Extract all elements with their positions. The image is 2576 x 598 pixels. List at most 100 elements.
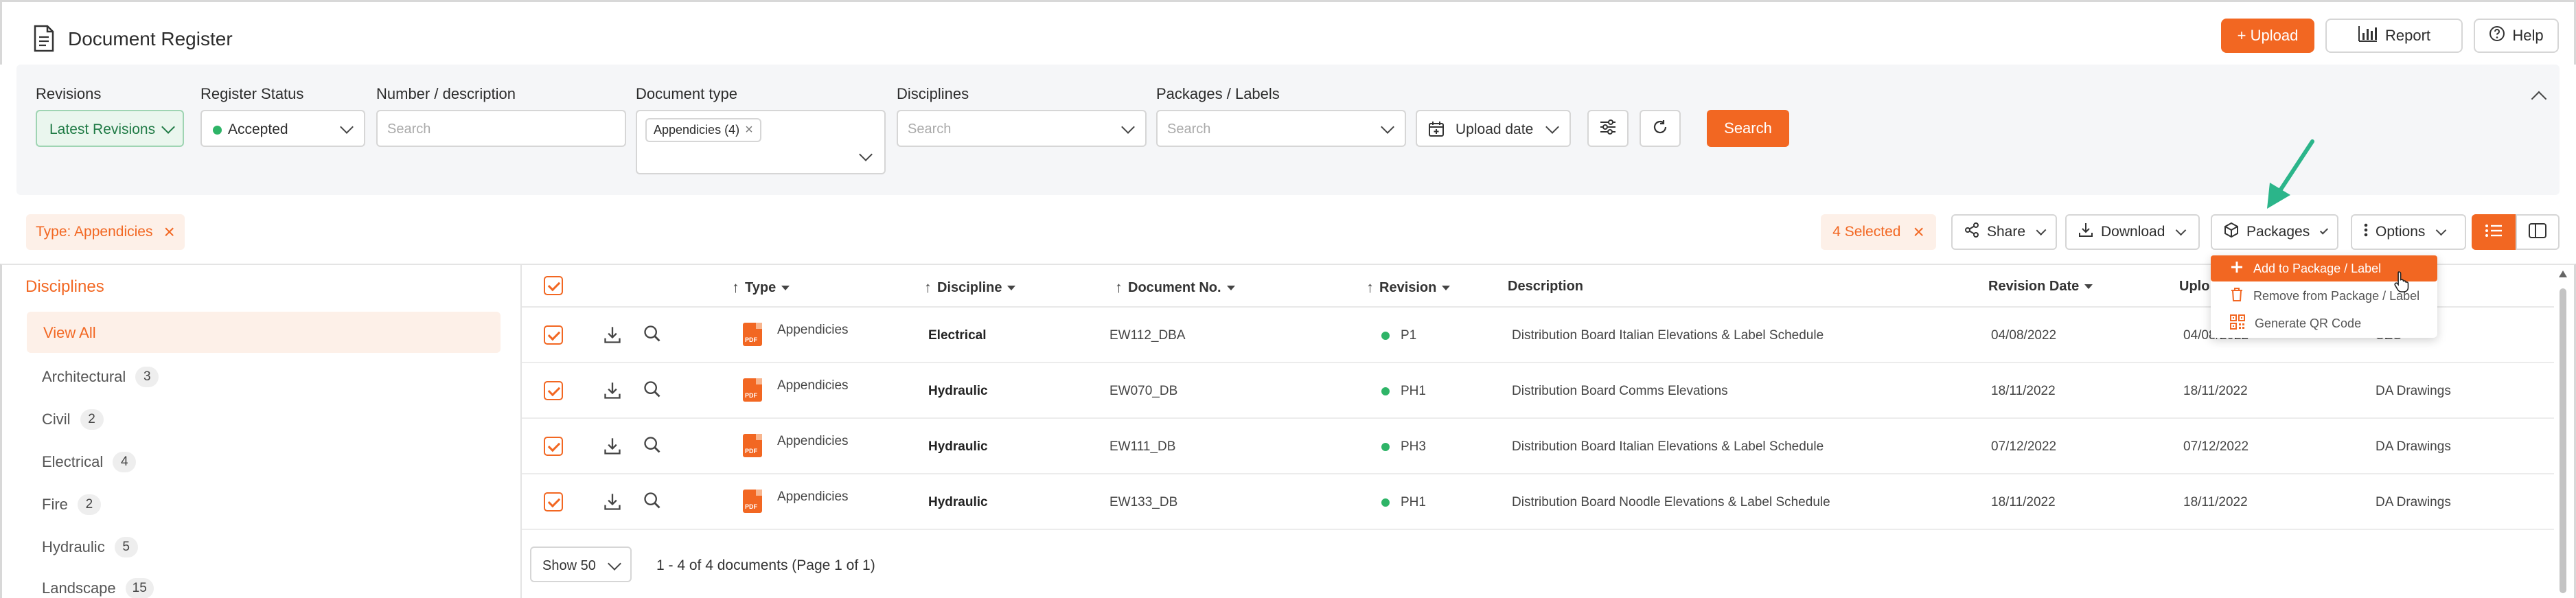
disciplines-placeholder: Search	[908, 122, 952, 137]
reset-filters-button[interactable]	[1640, 110, 1681, 147]
cell-type: Appendicies	[777, 378, 849, 393]
search-icon[interactable]	[643, 491, 662, 514]
cell-revision-date: 07/12/2022	[1991, 439, 2057, 454]
column-discipline[interactable]: ↑ Discipline	[924, 279, 1016, 297]
column-description[interactable]: Description	[1508, 279, 1583, 295]
help-button[interactable]: Help	[2474, 19, 2559, 53]
cell-upload-date: 07/12/2022	[2183, 439, 2249, 454]
sidebar-item-label: Civil	[42, 411, 71, 428]
download-icon	[2078, 222, 2094, 242]
upload-button[interactable]: + Upload	[2221, 19, 2314, 53]
report-label: Report	[2384, 27, 2431, 44]
menu-item-generate-qr-code[interactable]: Generate QR Code	[2211, 310, 2437, 336]
chevron-down-icon	[1381, 120, 1394, 134]
sidebar-item-label: View All	[43, 324, 96, 341]
download-icon[interactable]	[603, 381, 622, 404]
row-checkbox[interactable]	[544, 492, 563, 511]
cell-description: Distribution Board Italian Elevations & …	[1512, 328, 1824, 343]
search-icon[interactable]	[643, 380, 662, 402]
chevron-down-icon	[1121, 120, 1135, 134]
upload-date-select[interactable]: Upload date	[1416, 110, 1571, 147]
cell-discipline: Electrical	[928, 328, 987, 343]
row-checkbox[interactable]	[544, 381, 563, 400]
packages-button[interactable]: Packages	[2211, 214, 2338, 250]
disciplines-select[interactable]: Search	[897, 110, 1147, 147]
scrollbar-thumb[interactable]	[2560, 288, 2566, 593]
chevron-down-icon	[340, 120, 354, 134]
report-button[interactable]: Report	[2325, 19, 2463, 53]
select-all-checkbox[interactable]	[544, 276, 563, 295]
column-upload-date[interactable]: Uplo	[2179, 279, 2209, 295]
qr-code-icon	[2230, 314, 2245, 333]
cell-package: DA Drawings	[2376, 439, 2451, 454]
close-icon[interactable]: ×	[1913, 222, 1924, 242]
sidebar-item-hydraulic[interactable]: Hydraulic 5	[42, 537, 138, 557]
count-badge: 5	[114, 537, 138, 557]
app-header: Document Register + Upload Report Help	[0, 0, 2576, 65]
download-icon[interactable]	[603, 437, 622, 459]
revision-status-dot	[1381, 332, 1390, 340]
list-view-button[interactable]	[2472, 214, 2516, 250]
number-description-input[interactable]: Search	[376, 110, 626, 147]
scroll-up-icon[interactable]	[2559, 271, 2567, 277]
number-description-label: Number / description	[376, 85, 516, 102]
download-icon[interactable]	[603, 492, 622, 515]
row-checkbox[interactable]	[544, 325, 563, 345]
count-badge: 2	[80, 409, 104, 430]
split-view-button[interactable]	[2516, 214, 2560, 250]
table-row[interactable]: PDF Appendicies Hydraulic EW133_DB PH1 D…	[522, 474, 2554, 530]
revision-status-dot	[1381, 387, 1390, 395]
advanced-filters-button[interactable]	[1587, 110, 1629, 147]
filter-panel: Revisions Latest Revisions Register Stat…	[16, 65, 2560, 195]
column-document-no[interactable]: ↑ Document No.	[1115, 279, 1235, 297]
sliders-icon	[1599, 119, 1617, 139]
search-icon[interactable]	[643, 324, 662, 347]
upload-label: + Upload	[2237, 27, 2299, 44]
sidebar-item-fire[interactable]: Fire 2	[42, 494, 101, 515]
cell-document-no: EW070_DB	[1109, 384, 1178, 398]
menu-item-label: Generate QR Code	[2255, 316, 2362, 330]
chevron-down-icon	[161, 120, 175, 134]
table-row[interactable]: PDF Appendicies Hydraulic EW111_DB PH3 D…	[522, 419, 2554, 474]
options-button[interactable]: Options	[2351, 214, 2466, 250]
cell-type: Appendicies	[777, 434, 849, 448]
sidebar-item-civil[interactable]: Civil 2	[42, 409, 104, 430]
column-revision-date[interactable]: Revision Date	[1988, 279, 2093, 295]
selected-count-label: 4 Selected	[1832, 224, 1901, 240]
search-button[interactable]: Search	[1707, 110, 1789, 147]
count-badge: 3	[135, 367, 159, 387]
sidebar-item-view-all[interactable]: View All	[27, 312, 501, 353]
close-icon[interactable]: ×	[163, 222, 174, 242]
page-title: Document Register	[68, 28, 233, 49]
collapse-filters-icon[interactable]	[2531, 91, 2547, 107]
chevron-down-icon	[859, 148, 873, 161]
package-box-icon	[2223, 222, 2240, 242]
sort-arrow-icon: ↑	[1115, 279, 1123, 296]
revisions-select[interactable]: Latest Revisions	[36, 110, 184, 147]
download-button[interactable]: Download	[2065, 214, 2200, 250]
page-size-select[interactable]: Show 50	[530, 547, 632, 582]
sidebar-item-electrical[interactable]: Electrical 4	[42, 452, 137, 472]
packages-labels-select[interactable]: Search	[1156, 110, 1406, 147]
download-icon[interactable]	[603, 325, 622, 348]
remove-tag-icon[interactable]: ×	[745, 122, 753, 138]
search-icon[interactable]	[643, 435, 662, 458]
column-revision[interactable]: ↑ Revision	[1366, 279, 1451, 297]
register-status-select[interactable]: Accepted	[200, 110, 365, 147]
cell-description: Distribution Board Comms Elevations	[1512, 384, 1728, 398]
sort-arrow-icon: ↑	[924, 279, 932, 296]
status-dot-icon	[213, 126, 222, 135]
sidebar-item-architectural[interactable]: Architectural 3	[42, 367, 159, 387]
share-button[interactable]: Share	[1951, 214, 2057, 250]
document-type-select[interactable]: Appendicies (4) ×	[636, 110, 886, 174]
document-type-tag-label: Appendicies (4)	[654, 123, 740, 137]
sidebar-item-landscape[interactable]: Landscape 15	[42, 578, 154, 598]
cell-revision: PH1	[1401, 384, 1426, 398]
pdf-file-icon: PDF	[743, 490, 762, 513]
column-type[interactable]: ↑ Type	[732, 279, 790, 297]
vertical-scrollbar[interactable]	[2558, 271, 2568, 593]
type-filter-chip-label: Type: Appendicies	[36, 224, 153, 240]
row-checkbox[interactable]	[544, 437, 563, 456]
trash-icon	[2230, 287, 2244, 306]
table-row[interactable]: PDF Appendicies Hydraulic EW070_DB PH1 D…	[522, 363, 2554, 419]
